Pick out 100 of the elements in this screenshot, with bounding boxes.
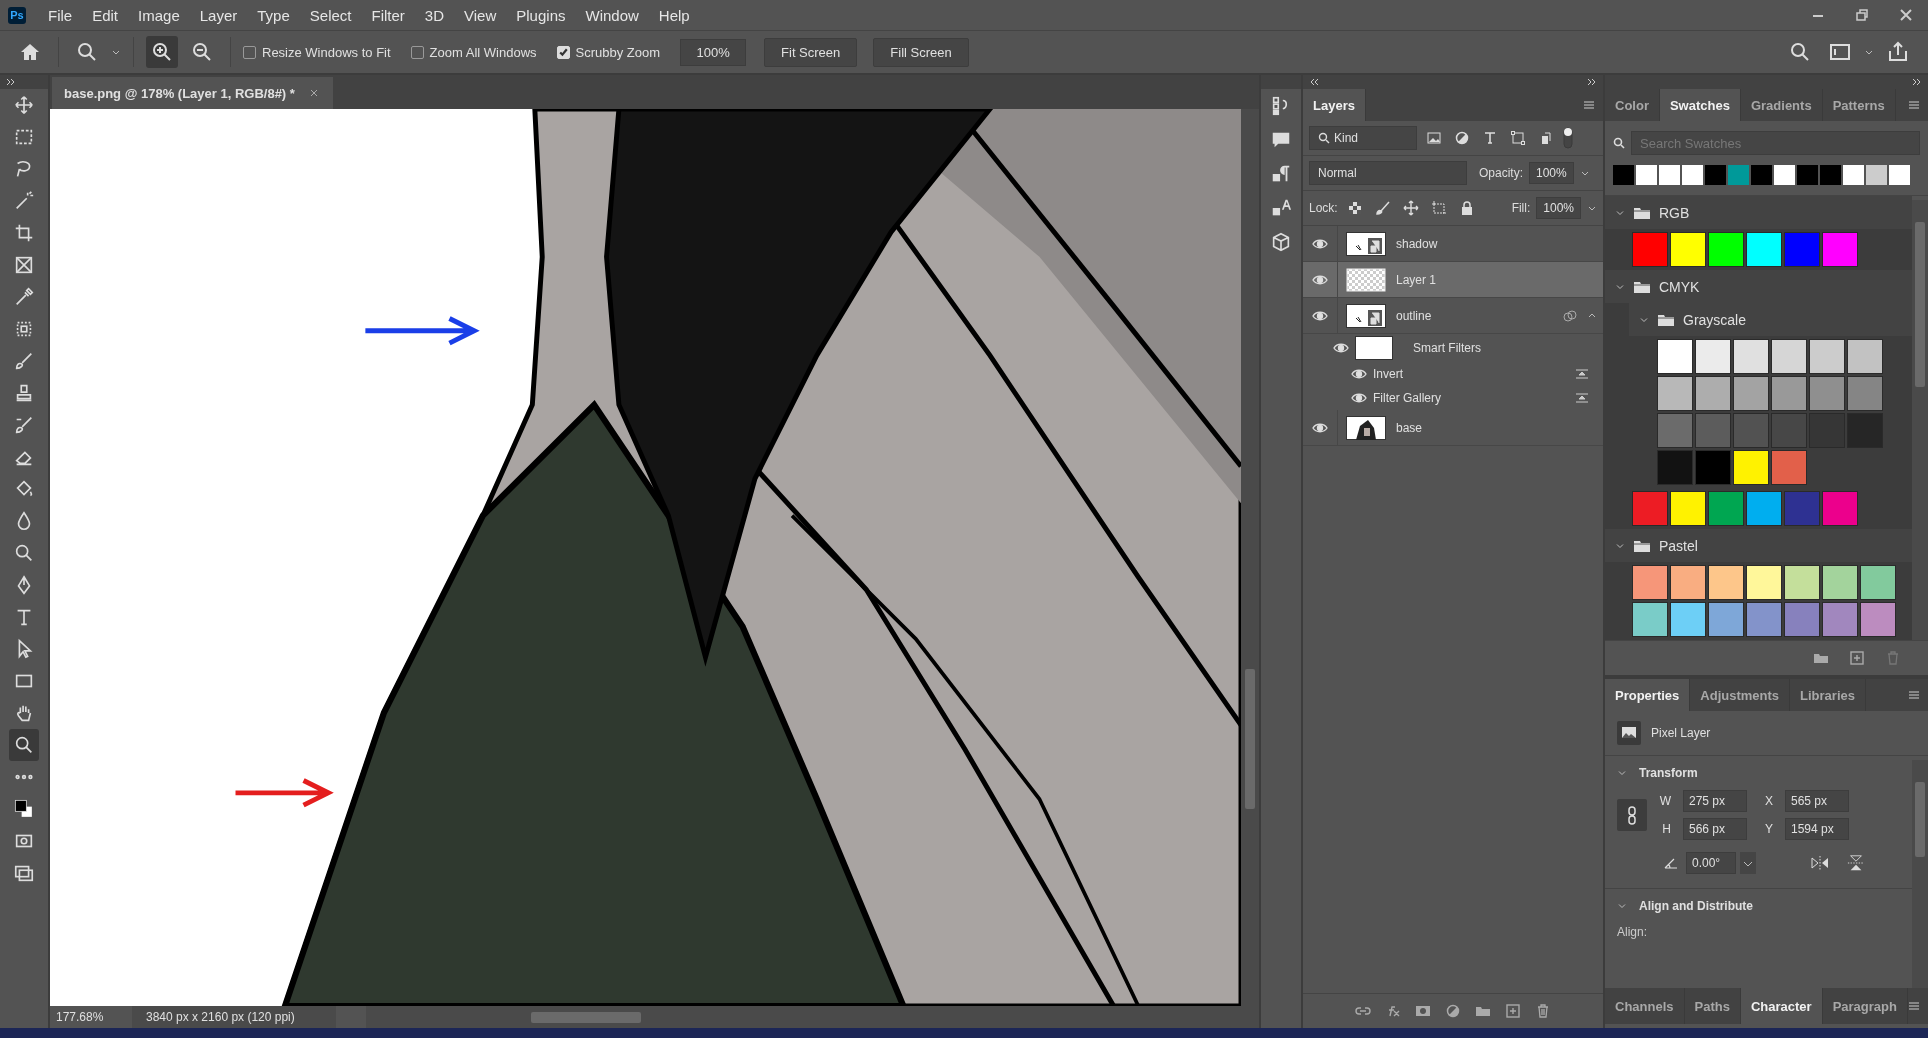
collapse-icon[interactable] — [1309, 78, 1319, 86]
panel-tab[interactable]: Paths — [1684, 988, 1741, 1024]
group-name[interactable]: Pastel — [1659, 537, 1698, 554]
color-swatch[interactable] — [1860, 602, 1896, 637]
zoom-in-icon[interactable] — [146, 36, 178, 68]
link-button[interactable] — [1617, 799, 1647, 831]
scrollbar-thumb[interactable] — [531, 1012, 641, 1023]
color-swatch[interactable] — [1771, 413, 1807, 448]
filter-dropdown[interactable]: Kind — [1309, 126, 1417, 150]
color-swatch[interactable] — [1822, 565, 1858, 600]
color-swatch[interactable] — [1843, 165, 1864, 185]
color-swatch[interactable] — [1746, 565, 1782, 600]
color-swatch[interactable] — [1670, 565, 1706, 600]
transform-field[interactable]: 566 px — [1683, 818, 1747, 840]
color-swatch[interactable] — [1784, 565, 1820, 600]
group-name[interactable]: RGB — [1659, 204, 1690, 221]
expand-icon[interactable] — [1587, 78, 1597, 86]
color-swatch[interactable] — [1889, 165, 1910, 185]
color-swatch[interactable] — [1695, 413, 1731, 448]
menu-item[interactable]: View — [454, 6, 507, 24]
filter-name[interactable]: Invert — [1373, 367, 1403, 381]
color-swatch[interactable] — [1771, 376, 1807, 411]
color-swatch[interactable] — [1682, 165, 1703, 185]
color-swatch[interactable] — [1632, 602, 1668, 637]
fill-field[interactable]: 100% — [1536, 197, 1581, 219]
section-title[interactable]: Transform — [1639, 766, 1698, 780]
layer-name[interactable]: outline — [1396, 308, 1432, 323]
color-swatch[interactable] — [1771, 450, 1807, 485]
color-swatch[interactable] — [1632, 565, 1668, 600]
opacity-field[interactable]: 100% — [1529, 162, 1574, 184]
menu-item[interactable]: Edit — [82, 6, 129, 24]
color-swatch[interactable] — [1670, 232, 1706, 267]
layer-name[interactable]: shadow — [1396, 236, 1438, 251]
scrollbar-thumb[interactable] — [1245, 669, 1255, 809]
color-swatch[interactable] — [1659, 165, 1680, 185]
expand-icon[interactable] — [6, 78, 16, 86]
color-swatch[interactable] — [1705, 165, 1726, 185]
panel-tab[interactable]: Libraries — [1790, 679, 1866, 711]
swatch-group-header[interactable]: Grayscale — [1629, 303, 1912, 336]
color-swatch[interactable] — [1657, 450, 1693, 485]
color-swatch[interactable] — [1809, 376, 1845, 411]
panel-tab[interactable]: Patterns — [1822, 89, 1896, 121]
color-swatch[interactable] — [1746, 232, 1782, 267]
panel-menu-icon[interactable] — [1908, 100, 1920, 110]
checkbox-label[interactable]: Scrubby Zoom — [575, 44, 661, 60]
color-swatch[interactable] — [1746, 491, 1782, 526]
color-swatch[interactable] — [1797, 165, 1818, 185]
color-swatch[interactable] — [1636, 165, 1657, 185]
panel-tab[interactable]: Swatches — [1659, 89, 1741, 121]
zoom-field[interactable]: 100% — [680, 38, 747, 66]
color-swatch[interactable] — [1771, 339, 1807, 374]
transform-field[interactable]: 565 px — [1785, 790, 1849, 812]
color-swatch[interactable] — [1746, 602, 1782, 637]
swatch-group-header[interactable]: Pastel — [1605, 529, 1912, 562]
zoom-level[interactable]: 177.68% — [50, 1010, 132, 1024]
layer-row[interactable]: outline — [1303, 298, 1603, 334]
swatch-group-header[interactable]: RGB — [1605, 196, 1912, 229]
transform-field[interactable]: 275 px — [1683, 790, 1747, 812]
checkbox-label[interactable]: Resize Windows to Fit — [262, 44, 391, 60]
swatch-group-header[interactable]: CMYK — [1605, 270, 1912, 303]
caret-icon[interactable] — [1740, 852, 1756, 874]
color-swatch[interactable] — [1733, 339, 1769, 374]
panel-tab[interactable]: Channels — [1605, 988, 1685, 1024]
document-tab[interactable]: base.png @ 178% (Layer 1, RGB/8#) * — [52, 77, 333, 109]
color-swatch[interactable] — [1695, 339, 1731, 374]
color-swatch[interactable] — [1733, 413, 1769, 448]
menu-item[interactable]: Filter — [361, 6, 415, 24]
option-button[interactable]: Fill Screen — [873, 37, 969, 67]
color-swatch[interactable] — [1820, 165, 1841, 185]
panel-tab[interactable]: Gradients — [1740, 89, 1823, 121]
color-swatch[interactable] — [1822, 232, 1858, 267]
color-swatch[interactable] — [1695, 450, 1731, 485]
section-title[interactable]: Align and Distribute — [1639, 899, 1753, 913]
smart-filters-label[interactable]: Smart Filters — [1413, 341, 1481, 355]
menu-item[interactable]: Layer — [189, 6, 248, 24]
layer-name[interactable]: base — [1396, 420, 1423, 435]
color-swatch[interactable] — [1733, 450, 1769, 485]
filter-toggle[interactable] — [1563, 127, 1573, 149]
panel-tab[interactable]: Color — [1605, 89, 1660, 121]
color-swatch[interactable] — [1847, 339, 1883, 374]
option-button[interactable]: Fit Screen — [764, 37, 858, 67]
transform-field[interactable]: 1594 px — [1785, 818, 1849, 840]
layer-row[interactable]: Layer 1 — [1303, 262, 1603, 298]
scrollbar-thumb[interactable] — [1915, 222, 1925, 387]
color-swatch[interactable] — [1670, 491, 1706, 526]
flip-horizontal-icon[interactable] — [1810, 854, 1830, 872]
checkbox-label[interactable]: Zoom All Windows — [429, 44, 537, 60]
color-swatch[interactable] — [1670, 602, 1706, 637]
scrollbar-thumb[interactable] — [1915, 782, 1925, 857]
angle-field[interactable]: 0.00° — [1686, 852, 1736, 874]
color-swatch[interactable] — [1866, 165, 1887, 185]
menu-item[interactable]: Select — [299, 6, 362, 24]
blend-mode-dropdown[interactable]: Normal — [1309, 161, 1467, 185]
panel-tab[interactable]: Paragraph — [1822, 988, 1908, 1024]
panel-tab[interactable]: Properties — [1605, 679, 1691, 711]
color-swatch[interactable] — [1708, 565, 1744, 600]
color-swatch[interactable] — [1708, 491, 1744, 526]
panel-menu-icon[interactable] — [1908, 1001, 1920, 1011]
menu-item[interactable]: Type — [247, 6, 300, 24]
color-swatch[interactable] — [1784, 491, 1820, 526]
